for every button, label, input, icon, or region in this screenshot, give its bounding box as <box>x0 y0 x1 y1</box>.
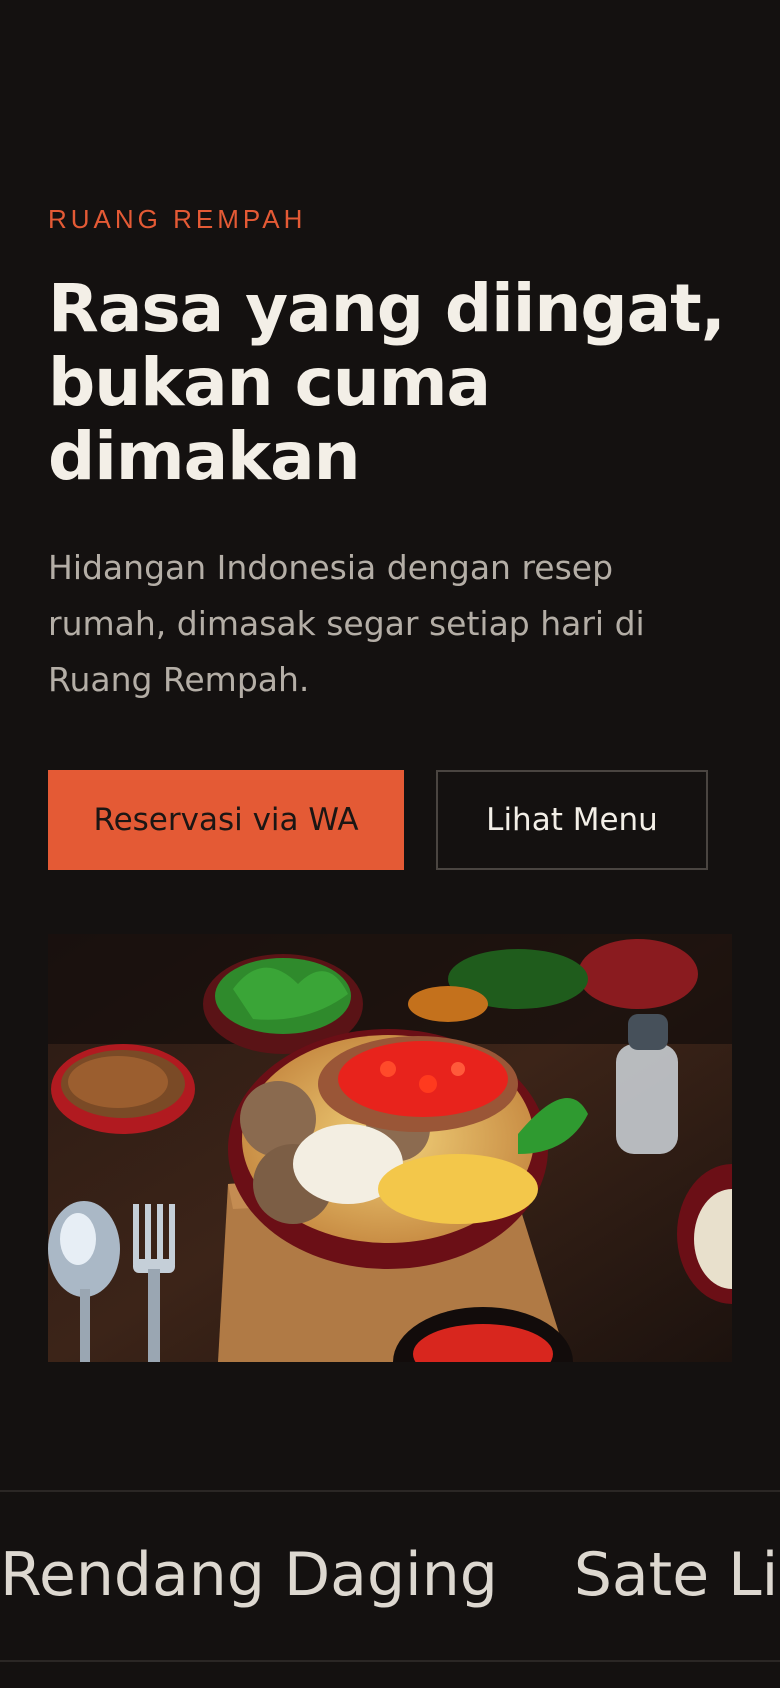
food-photo <box>48 934 732 1362</box>
marquee-item: Rendang Daging <box>0 1540 498 1610</box>
marquee-bottom-divider <box>0 1660 780 1662</box>
reservation-whatsapp-button[interactable]: Reservasi via WA <box>48 770 404 870</box>
hero-lead: Hidangan Indonesia dengan resep rumah, d… <box>48 548 645 699</box>
marquee-item: Sate Lilit <box>573 1540 780 1610</box>
view-menu-button[interactable]: Lihat Menu <box>436 770 708 870</box>
hero-headline: Rasa yang diingat, bukan cuma dimakan <box>48 270 726 495</box>
dish-marquee: Rendang Daging Sate Lilit <box>0 1540 780 1610</box>
marquee-top-divider <box>0 1490 780 1492</box>
page: RUANG REMPAH Rasa yang diingat, bukan cu… <box>0 0 780 1688</box>
brand-eyebrow: RUANG REMPAH <box>48 204 307 234</box>
